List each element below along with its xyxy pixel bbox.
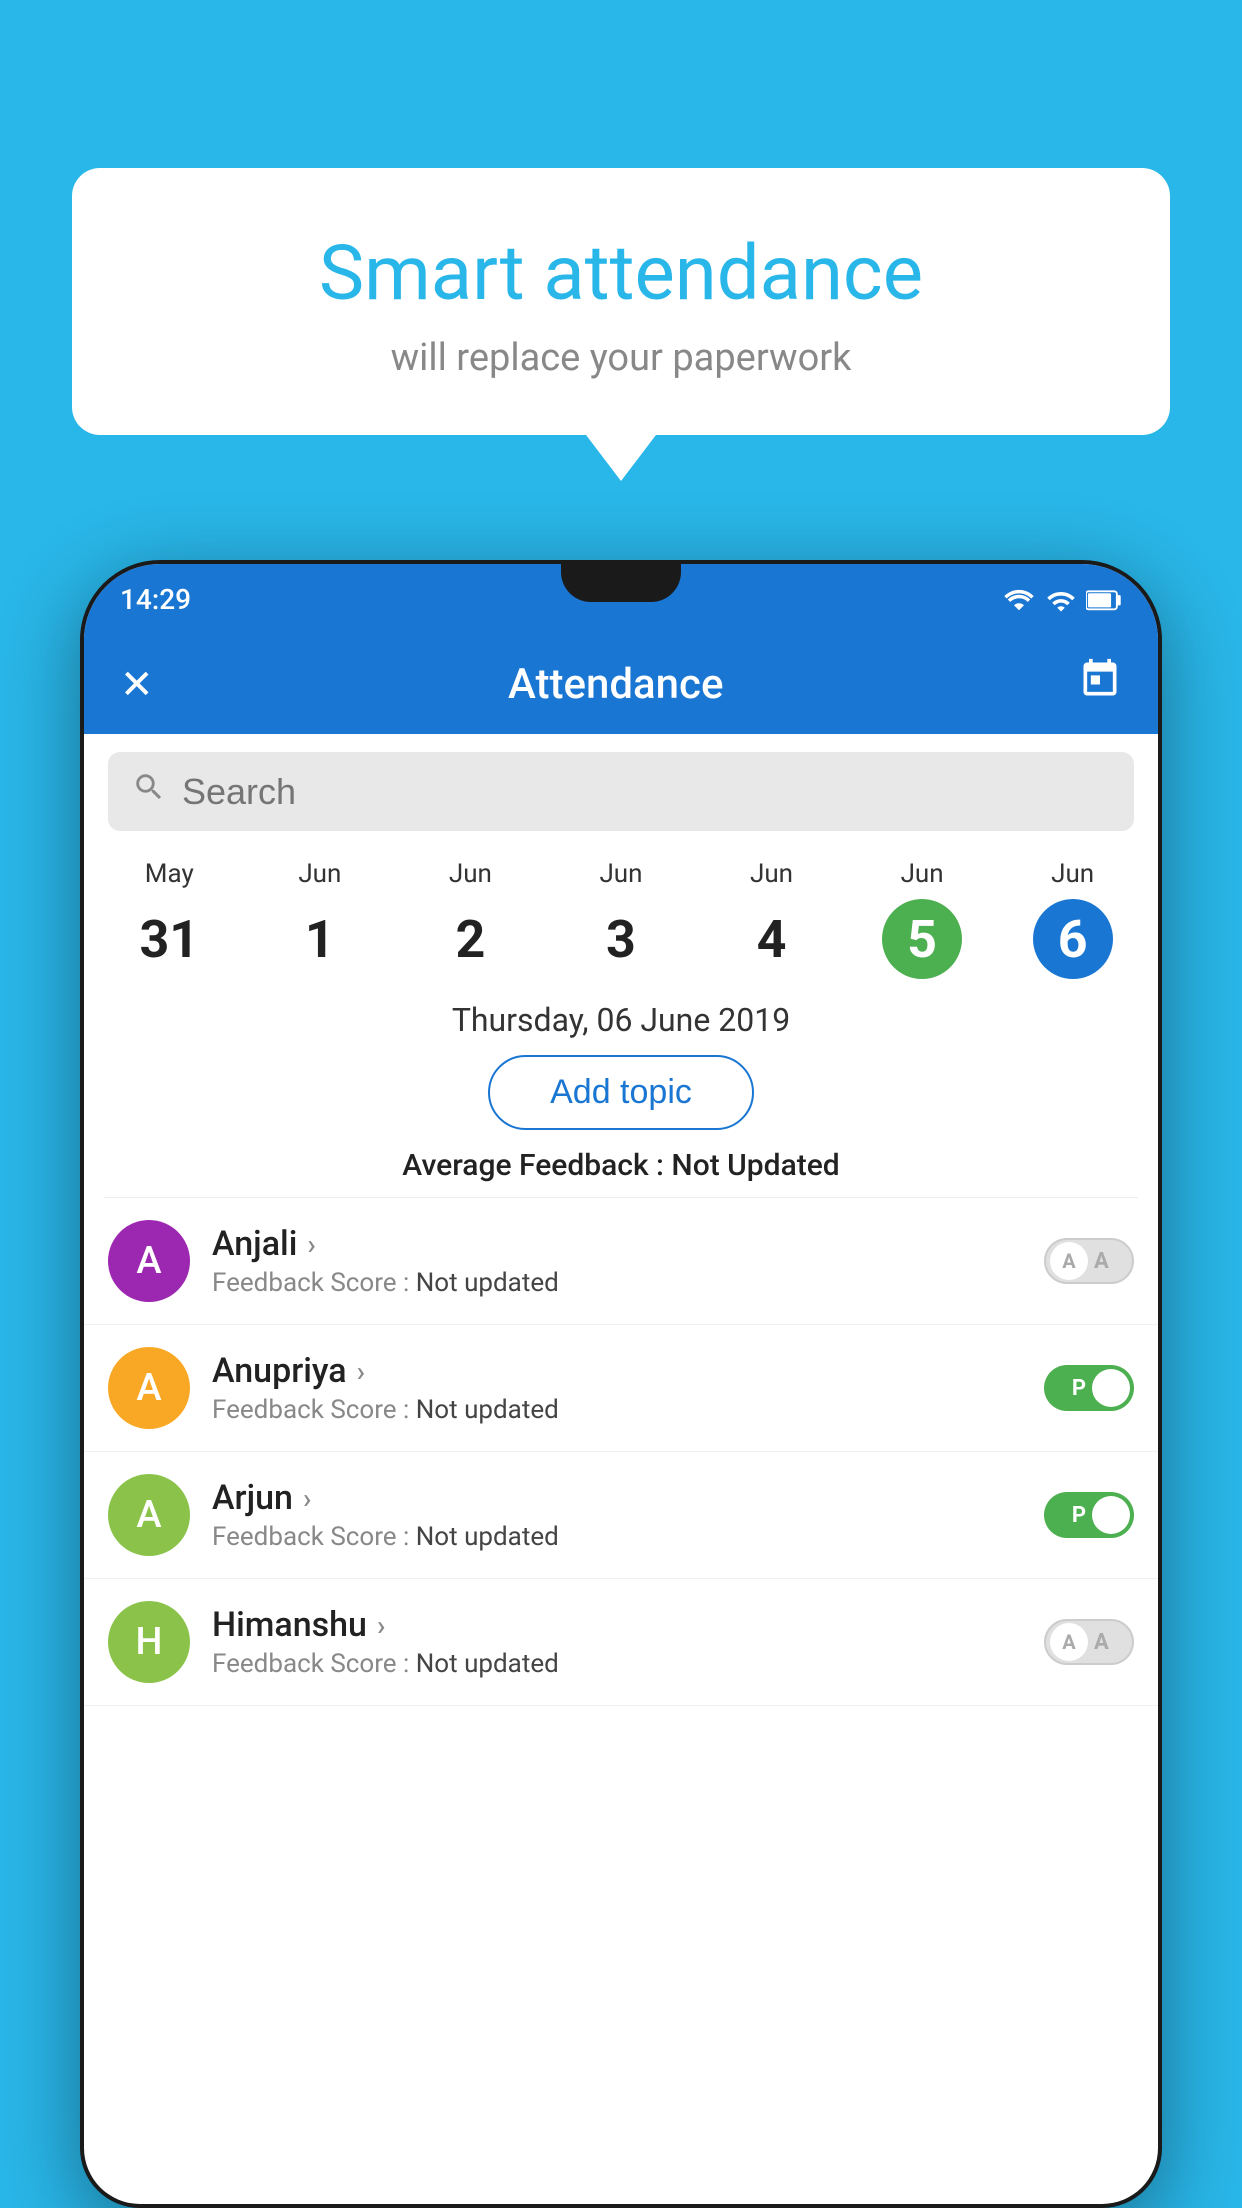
student-item[interactable]: AAnjali ›Feedback Score : Not updatedAA (84, 1198, 1158, 1325)
toggle-wrap[interactable]: AA (1044, 1238, 1134, 1284)
avg-feedback-value: Not Updated (671, 1148, 839, 1183)
cal-month-label: Jun (449, 859, 492, 889)
toggle-label: A (1094, 1630, 1109, 1655)
attendance-toggle[interactable]: AA (1044, 1619, 1134, 1665)
cal-num-label: 31 (129, 899, 209, 979)
student-name: Arjun › (212, 1478, 1022, 1518)
attendance-toggle[interactable]: AA (1044, 1238, 1134, 1284)
close-button[interactable]: ✕ (120, 661, 154, 708)
phone-frame: 14:29 ✕ Attendance (80, 560, 1162, 2208)
attendance-toggle[interactable]: P (1044, 1365, 1134, 1411)
app-title: Attendance (184, 660, 1048, 709)
cal-day[interactable]: Jun 2 (430, 859, 510, 979)
calendar-strip: May 31 Jun 1 Jun 2 Jun 3 Jun 4 Jun 5 Jun 6 (84, 849, 1158, 979)
cal-month-label: Jun (599, 859, 642, 889)
chevron-icon: › (303, 1482, 311, 1515)
app-bar: ✕ Attendance (84, 634, 1158, 734)
cal-num-label: 5 (882, 899, 962, 979)
calendar-button[interactable] (1078, 657, 1122, 711)
bubble-title: Smart attendance (122, 228, 1120, 318)
avatar: H (108, 1601, 190, 1683)
status-bar: 14:29 (84, 564, 1158, 634)
student-info: Himanshu › Feedback Score : Not updated (212, 1605, 1022, 1679)
cal-month-label: Jun (901, 859, 944, 889)
student-item[interactable]: A Anupriya › Feedback Score : Not updated P (84, 1325, 1158, 1452)
chevron-icon: › (307, 1228, 315, 1261)
toggle-label: P (1072, 1503, 1086, 1528)
cal-day[interactable]: Jun 3 (581, 859, 661, 979)
toggle-wrap[interactable]: P (1044, 1492, 1134, 1538)
avg-feedback: Average Feedback : Not Updated (84, 1148, 1158, 1183)
avg-feedback-label: Average Feedback : (402, 1148, 664, 1183)
avatar: A (108, 1220, 190, 1302)
chevron-icon: › (377, 1609, 385, 1642)
feedback-value: Not updated (416, 1522, 559, 1552)
toggle-label: A (1094, 1249, 1109, 1274)
cal-month-label: Jun (1051, 859, 1094, 889)
cal-num-label: 2 (430, 899, 510, 979)
add-topic-button[interactable]: Add topic (488, 1055, 754, 1130)
cal-num-label: 6 (1033, 899, 1113, 979)
cal-day[interactable]: Jun 6 (1033, 859, 1113, 979)
feedback-value: Not updated (416, 1649, 559, 1679)
toggle-wrap[interactable]: AA (1044, 1619, 1134, 1665)
student-name: Himanshu › (212, 1605, 1022, 1645)
cal-num-label: 4 (732, 899, 812, 979)
student-name: Anupriya › (212, 1351, 1022, 1391)
calendar-icon (1078, 657, 1122, 701)
cal-month-label: May (145, 859, 194, 889)
feedback-score: Feedback Score : Not updated (212, 1268, 1022, 1298)
bubble-subtitle: will replace your paperwork (122, 336, 1120, 380)
student-info: Arjun › Feedback Score : Not updated (212, 1478, 1022, 1552)
attendance-toggle[interactable]: P (1044, 1492, 1134, 1538)
toggle-knob: A (1050, 1242, 1088, 1280)
search-bar[interactable] (108, 752, 1134, 831)
student-name: Anjali › (212, 1224, 1022, 1264)
speech-bubble: Smart attendance will replace your paper… (72, 168, 1170, 435)
selected-date: Thursday, 06 June 2019 (84, 1001, 1158, 1039)
cal-day[interactable]: Jun 4 (732, 859, 812, 979)
avatar: A (108, 1347, 190, 1429)
toggle-knob: A (1050, 1623, 1088, 1661)
cal-month-label: Jun (750, 859, 793, 889)
battery-icon (1086, 585, 1122, 613)
chevron-icon: › (357, 1355, 365, 1388)
student-info: Anjali › Feedback Score : Not updated (212, 1224, 1022, 1298)
status-time: 14:29 (120, 583, 191, 616)
toggle-wrap[interactable]: P (1044, 1365, 1134, 1411)
student-list: AAnjali ›Feedback Score : Not updatedAAA… (84, 1198, 1158, 1706)
feedback-score: Feedback Score : Not updated (212, 1522, 1022, 1552)
cal-month-label: Jun (298, 859, 341, 889)
toggle-knob (1092, 1369, 1130, 1407)
student-info: Anupriya › Feedback Score : Not updated (212, 1351, 1022, 1425)
student-item[interactable]: A Arjun › Feedback Score : Not updated P (84, 1452, 1158, 1579)
signal-icon (1046, 585, 1076, 613)
phone-screen: 14:29 ✕ Attendance (84, 564, 1158, 2204)
feedback-value: Not updated (416, 1268, 559, 1298)
toggle-label: P (1072, 1376, 1086, 1401)
status-icons (1002, 585, 1122, 613)
wifi-icon (1002, 585, 1036, 613)
cal-day[interactable]: Jun 1 (280, 859, 360, 979)
avatar: A (108, 1474, 190, 1556)
search-icon (132, 770, 166, 813)
cal-num-label: 1 (280, 899, 360, 979)
feedback-score: Feedback Score : Not updated (212, 1649, 1022, 1679)
cal-day[interactable]: Jun 5 (882, 859, 962, 979)
search-input[interactable] (182, 771, 1110, 813)
cal-num-label: 3 (581, 899, 661, 979)
notch (561, 564, 681, 602)
cal-day[interactable]: May 31 (129, 859, 209, 979)
feedback-score: Feedback Score : Not updated (212, 1395, 1022, 1425)
toggle-knob (1092, 1496, 1130, 1534)
student-item[interactable]: H Himanshu › Feedback Score : Not updated A… (84, 1579, 1158, 1706)
feedback-value: Not updated (416, 1395, 559, 1425)
